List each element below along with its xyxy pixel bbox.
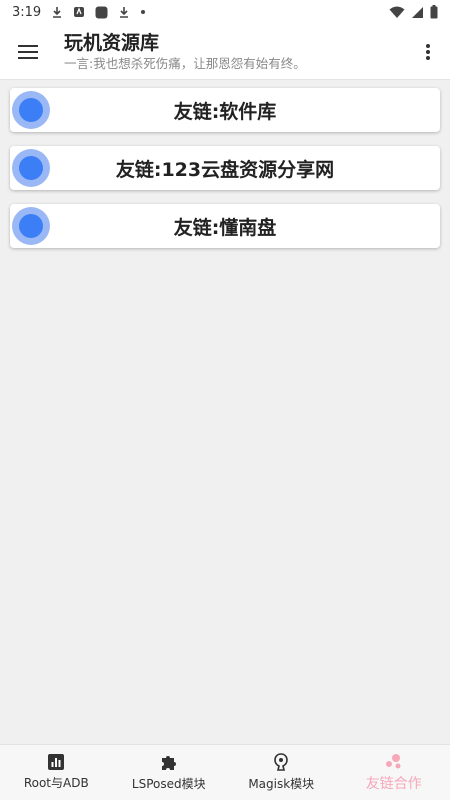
nav-label: Magisk模块: [248, 777, 315, 791]
dot-icon: [140, 9, 146, 15]
wifi-icon: [389, 6, 405, 19]
signal-icon: [411, 6, 424, 19]
status-time: 3:19: [12, 4, 42, 20]
menu-button[interactable]: [0, 24, 56, 80]
app-bar: 玩机资源库 一言:我也想杀死伤痛，让那恩怨有始有终。: [0, 24, 450, 80]
blue-dot-icon: [12, 91, 50, 129]
nav-label: LSPosed模块: [131, 777, 206, 791]
link-card-software-library[interactable]: 友链:软件库: [10, 88, 440, 132]
link-card-label: 友链:懂南盘: [173, 216, 277, 239]
nav-label: 友链合作: [365, 775, 422, 792]
link-card-dongnan-disk[interactable]: 友链:懂南盘: [10, 204, 440, 248]
more-options-button[interactable]: [406, 24, 450, 80]
puzzle-icon: [161, 756, 176, 770]
link-list: 友链:软件库 友链:123云盘资源分享网 友链:懂南盘: [10, 88, 440, 262]
nav-item-lsposed[interactable]: LSPosed模块: [113, 745, 226, 800]
page-title: 玩机资源库: [64, 31, 160, 54]
link-card-label: 友链:软件库: [173, 100, 277, 123]
page-subtitle: 一言:我也想杀死伤痛，让那恩怨有始有终。: [64, 55, 306, 71]
blue-dot-icon: [12, 149, 50, 187]
more-vert-icon: [426, 43, 430, 60]
bubbles-icon: [385, 753, 401, 768]
nav-label: Root与ADB: [23, 776, 89, 790]
app-square-icon: [95, 6, 108, 19]
link-card-label: 友链:123云盘资源分享网: [115, 158, 335, 181]
blue-dot-icon: [12, 207, 50, 245]
bottom-nav: Root与ADB LSPosed模块 Magisk模块 友链合作: [0, 744, 450, 800]
nav-item-friend-links[interactable]: 友链合作: [338, 745, 450, 800]
status-bar: 3:19: [0, 0, 450, 24]
hamburger-menu-icon: [18, 44, 38, 59]
nav-item-magisk[interactable]: Magisk模块: [225, 745, 338, 800]
nav-item-root-adb[interactable]: Root与ADB: [0, 745, 113, 800]
bar-chart-icon: [48, 754, 65, 770]
download-icon: [51, 6, 63, 18]
app-notification-icon: [73, 6, 85, 18]
download-icon: [118, 6, 130, 18]
battery-icon: [430, 5, 438, 19]
magisk-icon: [274, 753, 289, 771]
link-card-123-cloud[interactable]: 友链:123云盘资源分享网: [10, 146, 440, 190]
